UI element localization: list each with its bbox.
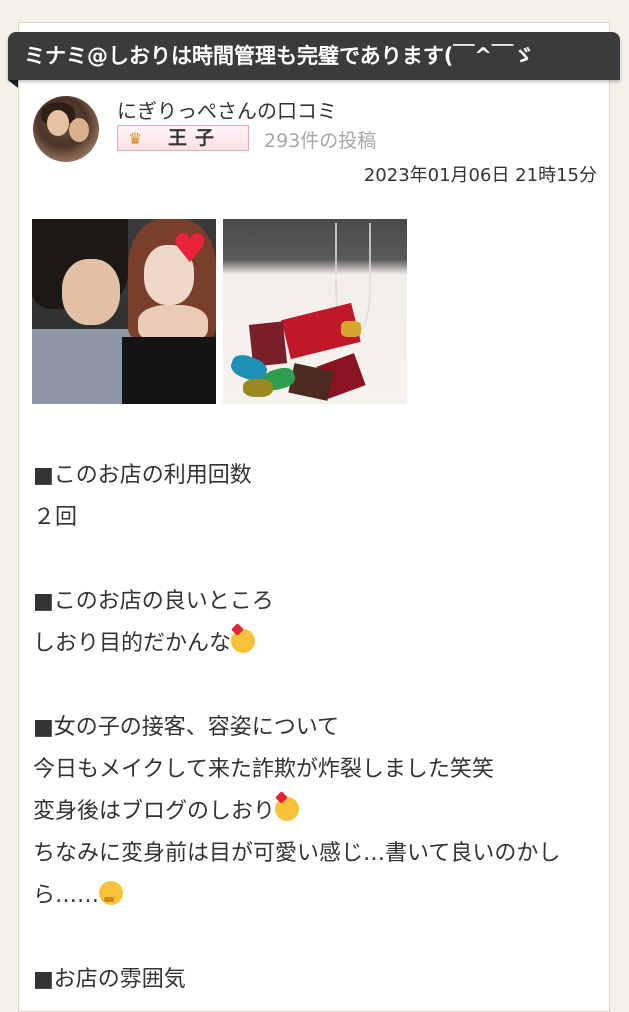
heart-icon: ♥ xyxy=(172,226,208,272)
post-count[interactable]: 293件の投稿 xyxy=(264,126,376,153)
rank-badge: ♛ 王子 xyxy=(117,125,249,151)
crown-icon: ♛ xyxy=(128,129,143,148)
reviewer-avatar[interactable] xyxy=(33,96,99,162)
girl-line-4-row: ら…… xyxy=(33,875,603,917)
good-heading: ■このお店の良いところ xyxy=(33,589,274,614)
girl-heading: ■女の子の接客、容姿について xyxy=(33,715,340,740)
photo-couple-selfie[interactable]: ♥ xyxy=(32,219,216,404)
girl-line-2: 変身後はブログのしおり xyxy=(33,799,276,824)
banner-fold xyxy=(8,80,18,88)
girl-line-1: 今日もメイクして来た詐欺が炸裂しました笑笑 xyxy=(33,757,494,782)
girl-line-2-row: 変身後はブログのしおり xyxy=(33,791,603,833)
review-title[interactable]: ミナミ@しおりは時間管理も完璧であります(￣^￣ゞ xyxy=(8,32,620,80)
thinking-face-emoji-icon xyxy=(99,881,124,905)
rank-label: 王子 xyxy=(168,127,223,149)
good-line: しおり目的だかんな xyxy=(33,623,603,665)
photo-chocolates-champagne[interactable] xyxy=(223,219,407,404)
visits-value: ２回 xyxy=(33,505,78,530)
girl-line-4: ら…… xyxy=(33,883,100,908)
smiling-hearts-emoji-icon xyxy=(275,797,300,821)
atmos-heading: ■お店の雰囲気 xyxy=(33,967,186,992)
smiling-hearts-emoji-icon xyxy=(231,629,256,653)
visits-heading: ■このお店の利用回数 xyxy=(33,463,252,488)
review-body: ■このお店の利用回数 ２回 ■このお店の良いところ しおり目的だかんな ■女の子… xyxy=(33,455,603,1001)
girl-line-3: ちなみに変身前は目が可愛い感じ…書いて良いのかし xyxy=(33,841,561,866)
good-value: しおり目的だかんな xyxy=(33,631,232,656)
reviewer-name[interactable]: にぎりっぺさんの口コミ xyxy=(117,95,337,124)
post-date: 2023年01月06日 21時15分 xyxy=(363,165,597,186)
